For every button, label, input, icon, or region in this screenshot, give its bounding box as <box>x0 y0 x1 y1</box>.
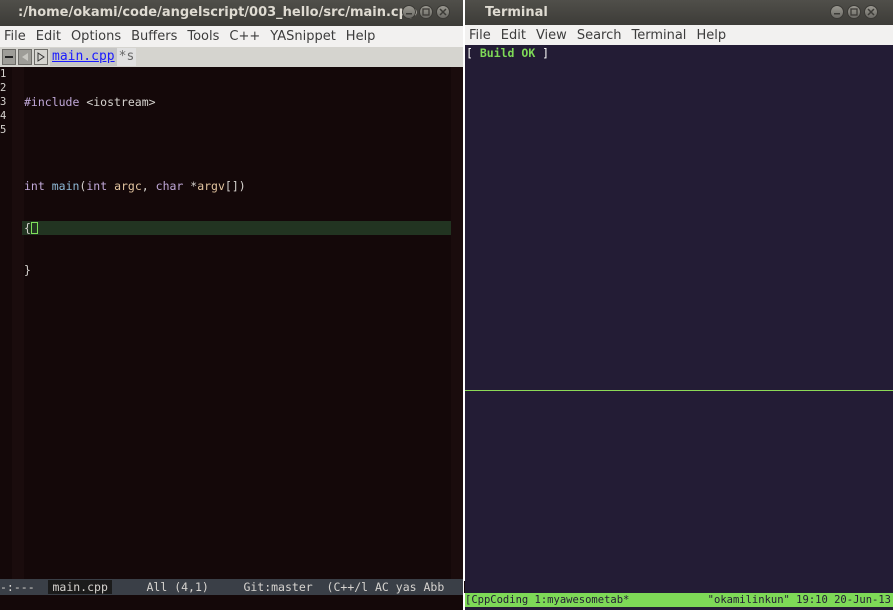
punctuation: , <box>141 179 156 193</box>
tmux-pane-divider[interactable] <box>465 390 893 391</box>
menu-file[interactable]: File <box>0 29 31 44</box>
tabbar-home-button[interactable] <box>2 49 16 65</box>
keyword: int <box>24 179 45 193</box>
tab-main-cpp[interactable]: main.cpp <box>50 48 117 66</box>
mode-line: -:--- main.cpp All (4,1) Git:master (C++… <box>0 579 463 595</box>
keyword: char <box>155 179 184 193</box>
build-status-line: [ Build OK ] <box>465 45 893 61</box>
maximize-icon <box>850 8 858 16</box>
punctuation: * <box>183 179 198 193</box>
menu-help[interactable]: Help <box>341 29 381 44</box>
modeline-modes[interactable]: (C++/l AC yas Abb <box>327 580 445 594</box>
maximize-button[interactable] <box>847 5 861 19</box>
code-line: } <box>24 263 451 277</box>
close-icon <box>867 8 875 16</box>
preprocessor-directive: #include <box>24 95 80 109</box>
maximize-button[interactable] <box>419 5 433 19</box>
terminal-window-title: Terminal <box>485 5 548 20</box>
triangle-left-icon <box>22 53 28 61</box>
minibuffer[interactable] <box>0 595 463 610</box>
current-line-highlight: { <box>22 221 451 235</box>
tabbar: main.cpp *s <box>0 47 463 67</box>
modeline-buffer-name[interactable]: main.cpp <box>48 580 112 594</box>
line-number-gutter: 1 2 3 4 5 <box>0 67 12 137</box>
line-number: 3 <box>0 96 7 108</box>
minimize-button[interactable] <box>830 5 844 19</box>
tabbar-scroll-left-button[interactable] <box>18 49 32 65</box>
menu-view[interactable]: View <box>531 28 572 43</box>
line-number: 1 <box>0 68 7 80</box>
menu-search[interactable]: Search <box>572 28 627 43</box>
menu-tools[interactable]: Tools <box>182 29 224 44</box>
terminal-output[interactable]: [ Build OK ] <box>465 45 893 593</box>
code-line: int main(int argc, char *argv[]) <box>24 179 451 193</box>
bracket-open: [ <box>466 46 480 60</box>
tmux-session-window[interactable]: [CppCoding 1:myawesometab* <box>465 593 629 607</box>
close-button[interactable] <box>864 5 878 19</box>
function-name: main <box>51 179 80 193</box>
vertical-scrollbar[interactable] <box>451 67 463 579</box>
menu-options[interactable]: Options <box>66 29 126 44</box>
menu-buffers[interactable]: Buffers <box>126 29 182 44</box>
code-editor[interactable]: #include <iostream> int main(int argc, c… <box>22 67 451 305</box>
text-cursor <box>30 222 38 234</box>
menu-help[interactable]: Help <box>691 28 731 43</box>
emacs-menubar: File Edit Options Buffers Tools C++ YASn… <box>0 26 463 47</box>
menu-file[interactable]: File <box>465 28 496 43</box>
modeline-status: -:--- <box>0 580 35 594</box>
close-brace: } <box>24 263 31 277</box>
tabbar-scroll-right-button[interactable] <box>34 49 48 65</box>
menu-terminal[interactable]: Terminal <box>626 28 691 43</box>
left-fringe <box>12 67 24 579</box>
terminal-titlebar[interactable]: Terminal <box>465 0 893 26</box>
tab-scratch[interactable]: *s <box>116 48 137 66</box>
parameter-name: argv <box>197 179 225 193</box>
include-header: <iostream> <box>79 95 156 109</box>
open-brace: { <box>24 221 31 235</box>
minimize-icon <box>406 13 412 15</box>
tmux-host-clock: "okamilinkun" 19:10 20-Jun-13 <box>707 594 891 606</box>
tmux-status-bar: [CppCoding 1:myawesometab* "okamilinkun"… <box>465 593 893 607</box>
code-line: #include <iostream> <box>24 95 451 109</box>
bracket-close: ] <box>535 46 550 60</box>
emacs-window: :/home/okami/code/angelscript/003_hello/… <box>0 0 463 610</box>
parameter-name: argc <box>114 179 142 193</box>
menu-edit[interactable]: Edit <box>496 28 531 43</box>
terminal-window: Terminal File Edit View Search Terminal … <box>465 0 893 610</box>
keyword: int <box>86 179 108 193</box>
minimize-button[interactable] <box>402 5 416 19</box>
maximize-icon <box>422 8 430 16</box>
punctuation: []) <box>224 179 246 193</box>
menu-yasnippet[interactable]: YASnippet <box>265 29 341 44</box>
build-ok-text: Build OK <box>479 46 536 60</box>
minus-icon <box>5 56 13 58</box>
close-icon <box>439 8 447 16</box>
menu-edit[interactable]: Edit <box>31 29 66 44</box>
emacs-titlebar[interactable]: :/home/okami/code/angelscript/003_hello/… <box>0 0 463 26</box>
line-number: 5 <box>0 124 7 136</box>
modeline-position: All (4,1) <box>146 580 209 594</box>
minimize-icon <box>834 13 840 15</box>
line-number: 4 <box>0 110 7 122</box>
modeline-vcs[interactable]: Git:master <box>243 580 312 594</box>
line-number: 2 <box>0 82 7 94</box>
triangle-right-icon <box>37 52 45 62</box>
close-button[interactable] <box>436 5 450 19</box>
emacs-window-title: :/home/okami/code/angelscript/003_hello/… <box>18 5 418 20</box>
menu-cpp[interactable]: C++ <box>224 29 265 44</box>
terminal-menubar: File Edit View Search Terminal Help <box>465 25 893 45</box>
